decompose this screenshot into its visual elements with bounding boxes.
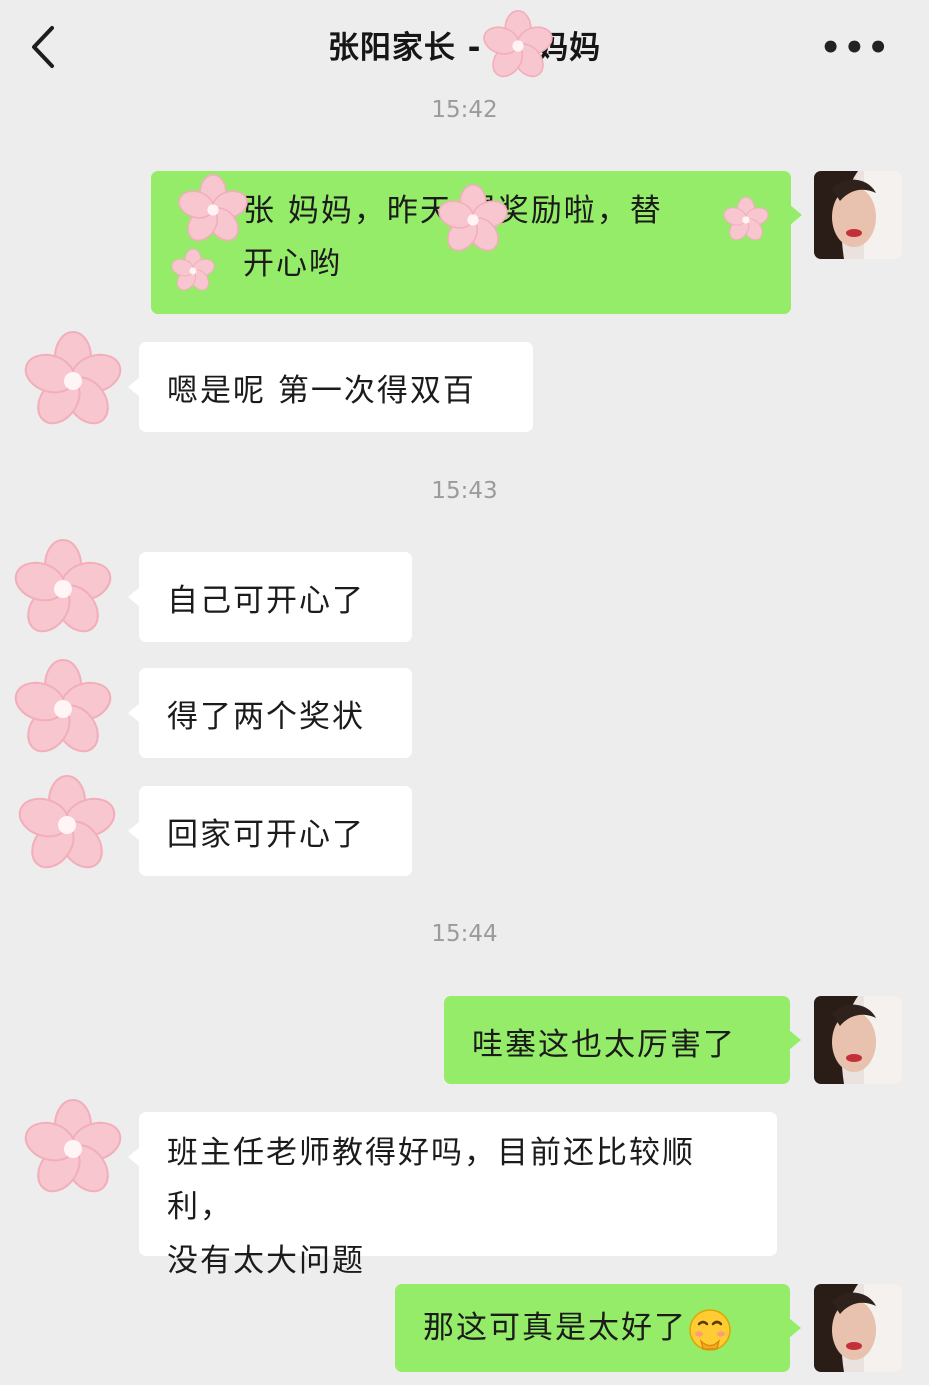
flower-sticker-icon	[168, 246, 218, 296]
message-text: 那这可真是太好了	[423, 1310, 687, 1346]
timestamp: 15:44	[431, 921, 498, 947]
message-bubble[interactable]: 哇塞这也太厉害了	[444, 996, 790, 1084]
more-dots-icon[interactable]: •••	[820, 31, 891, 65]
message-bubble[interactable]: 自己可开心了	[139, 552, 412, 642]
contact-avatar-flower-icon[interactable]	[12, 770, 122, 880]
chat-title: 张阳家长 - 张 妈妈	[327, 30, 602, 66]
timestamp: 15:42	[431, 97, 498, 123]
flower-sticker-icon	[433, 180, 513, 260]
bubble-tail	[128, 703, 140, 723]
message-line: 没有太大问题	[167, 1243, 365, 1279]
bubble-tail	[128, 587, 140, 607]
bubble-tail	[128, 377, 140, 397]
shushing-face-emoji	[689, 1308, 731, 1351]
timestamp: 15:43	[431, 478, 498, 504]
bubble-tail	[789, 1318, 801, 1338]
self-avatar[interactable]	[814, 1284, 902, 1372]
bubble-tail	[128, 1147, 140, 1167]
flower-sticker-icon	[720, 194, 772, 246]
message-bubble[interactable]: 嗯是呢 第一次得双百	[139, 342, 533, 432]
bubble-tail	[790, 205, 802, 225]
message-bubble[interactable]: 回家可开心了	[139, 786, 412, 876]
contact-avatar-flower-icon[interactable]	[18, 326, 128, 436]
bubble-tail	[789, 1030, 801, 1050]
bubble-tail	[128, 821, 140, 841]
self-avatar[interactable]	[814, 996, 902, 1084]
message-bubble[interactable]: 班主任老师教得好吗，目前还比较顺利， 没有太大问题	[139, 1112, 777, 1279]
message-line: 班主任老师教得好吗，目前还比较顺利，	[167, 1135, 695, 1225]
self-avatar[interactable]	[814, 171, 902, 259]
message-bubble[interactable]: 得了两个奖状	[139, 668, 412, 758]
flower-sticker-icon	[173, 170, 253, 250]
flower-sticker-icon	[478, 6, 558, 86]
chat-header: 张阳家长 - 张 妈妈 •••	[0, 0, 929, 95]
contact-avatar-flower-icon[interactable]	[8, 534, 118, 644]
contact-avatar-flower-icon[interactable]	[18, 1094, 128, 1204]
contact-avatar-flower-icon[interactable]	[8, 654, 118, 764]
message-bubble[interactable]: 那这可真是太好了	[395, 1284, 790, 1372]
